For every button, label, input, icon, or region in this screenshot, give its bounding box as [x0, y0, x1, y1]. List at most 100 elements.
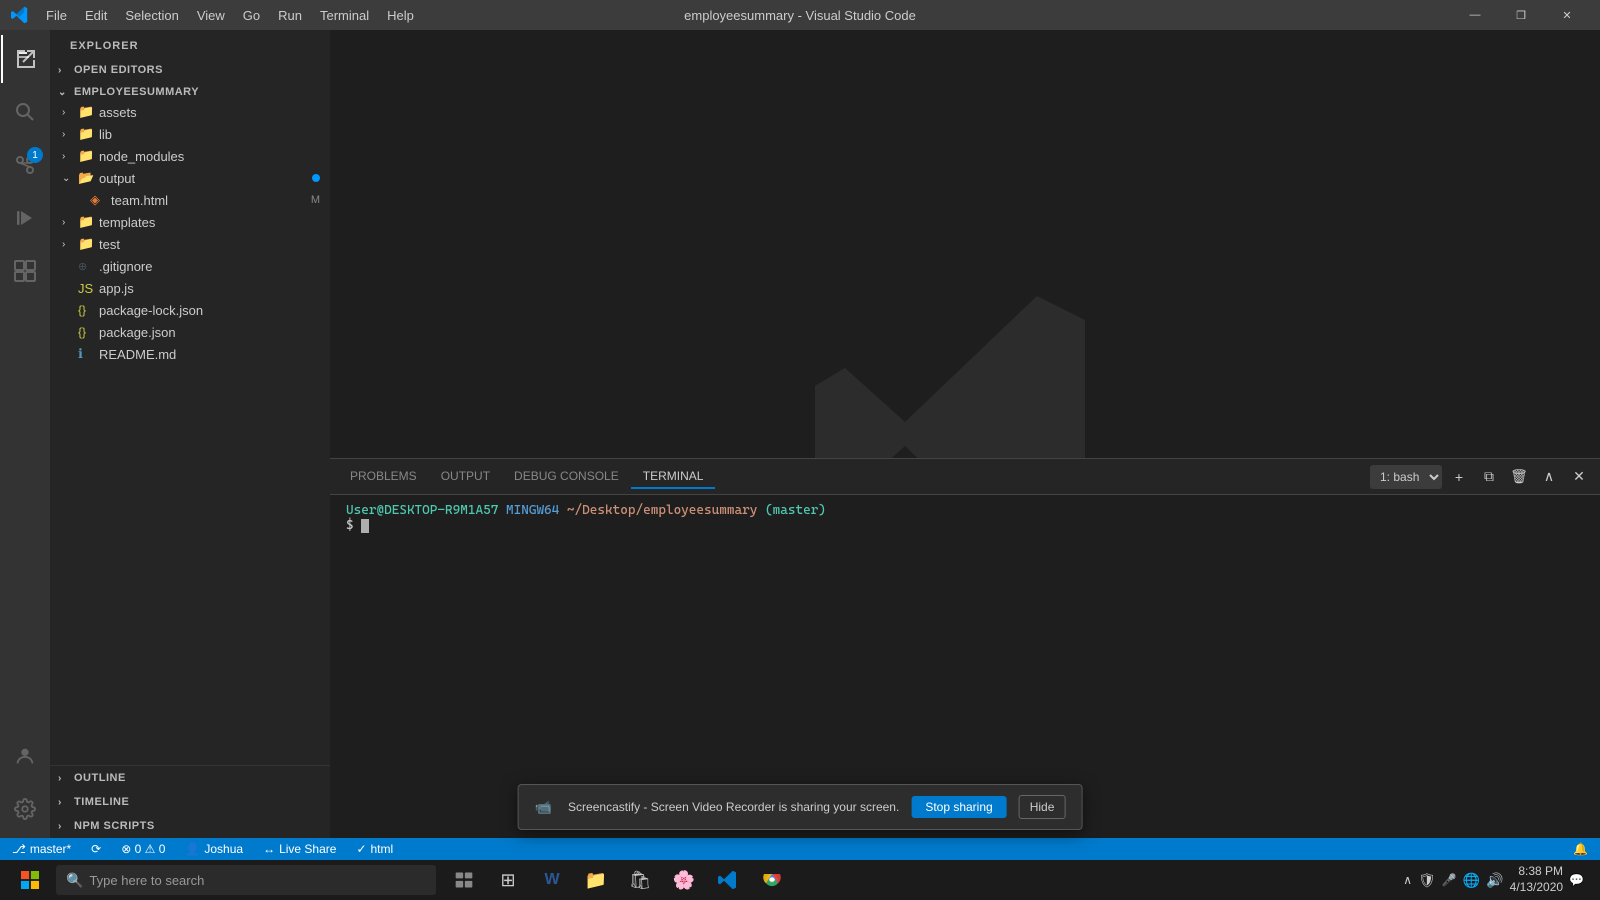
modified-dot [312, 174, 320, 182]
taskbar-icon-word[interactable]: W [532, 860, 572, 900]
activity-extensions[interactable] [1, 247, 49, 295]
activity-bar: 1 [0, 30, 50, 838]
add-terminal-button[interactable]: + [1446, 464, 1472, 490]
open-editors-header[interactable]: › Open Editors [50, 61, 330, 79]
folder-test[interactable]: › 📁 test [50, 233, 330, 255]
menu-run[interactable]: Run [270, 6, 310, 25]
tray-volume: 🔊 [1486, 872, 1503, 889]
tray-notification-icon: 💬 [1569, 873, 1584, 887]
split-terminal-button[interactable]: ⧉ [1476, 464, 1502, 490]
taskbar-icon-apps[interactable]: ⊞ [488, 860, 528, 900]
terminal-user: User@DESKTOP-R9M1A57 [346, 503, 498, 518]
activity-run[interactable] [1, 194, 49, 242]
taskbar-icon-photos[interactable]: 🌸 [664, 860, 704, 900]
git-file-icon: ⊕ [78, 260, 96, 273]
activity-accounts[interactable] [1, 732, 49, 780]
close-button[interactable]: ✕ [1544, 0, 1590, 30]
menu-bar: File Edit Selection View Go Run Terminal… [38, 6, 422, 25]
folder-assets[interactable]: › 📁 assets [50, 101, 330, 123]
taskbar-search-placeholder: Type here to search [89, 873, 204, 888]
chevron-icon: › [62, 217, 78, 228]
status-right: 🔔 [1569, 842, 1592, 856]
taskbar-icon-explorer[interactable]: 📁 [576, 860, 616, 900]
status-user[interactable]: 👤 Joshua [181, 842, 247, 856]
folder-lib[interactable]: › 📁 lib [50, 123, 330, 145]
term-space2 [559, 503, 567, 518]
sidebar-title: Explorer [50, 30, 330, 57]
minimize-button[interactable]: ― [1452, 0, 1498, 30]
shell-selector[interactable]: 1: bash [1370, 465, 1442, 489]
tray-date: 4/13/2020 [1510, 880, 1563, 896]
tray-icon-up[interactable]: ∧ [1403, 873, 1412, 887]
activity-explorer[interactable] [1, 35, 49, 83]
menu-file[interactable]: File [38, 6, 75, 25]
taskbar-icon-taskview[interactable] [444, 860, 484, 900]
timeline-label: TIMELINE [74, 796, 129, 808]
user-icon: 👤 [185, 842, 200, 856]
sidebar: Explorer › Open Editors ⌄ EMPLOYEESUMMAR… [50, 30, 330, 838]
menu-go[interactable]: Go [235, 6, 268, 25]
hide-button[interactable]: Hide [1019, 795, 1066, 819]
term-space3 [757, 503, 765, 518]
npm-chevron: › [58, 821, 70, 832]
editor-area: PROBLEMS OUTPUT DEBUG CONSOLE TERMINAL 1… [330, 30, 1600, 838]
terminal-controls: 1: bash + ⧉ 🗑 ∧ ✕ [1370, 464, 1592, 490]
maximize-button[interactable]: ❒ [1498, 0, 1544, 30]
folder-output[interactable]: ⌄ 📂 output [50, 167, 330, 189]
folder-icon: 📁 [78, 104, 96, 120]
folder-output-label: output [99, 171, 135, 186]
taskbar-icon-store[interactable]: 🛍 [620, 860, 660, 900]
collapse-terminal-button[interactable]: ∧ [1536, 464, 1562, 490]
delete-terminal-button[interactable]: 🗑 [1506, 464, 1532, 490]
menu-help[interactable]: Help [379, 6, 422, 25]
folder-node-modules[interactable]: › 📁 node_modules [50, 145, 330, 167]
stop-sharing-button[interactable]: Stop sharing [911, 796, 1006, 818]
terminal-cursor [361, 519, 369, 533]
check-icon: ✓ [356, 842, 366, 856]
tab-terminal[interactable]: TERMINAL [631, 465, 716, 489]
terminal-input-line: $ [346, 518, 1584, 533]
menu-edit[interactable]: Edit [77, 6, 115, 25]
project-header[interactable]: ⌄ EMPLOYEESUMMARY [50, 83, 330, 101]
user-name: Joshua [204, 842, 243, 856]
timeline-section[interactable]: › TIMELINE [50, 790, 330, 814]
folder-templates[interactable]: › 📁 templates [50, 211, 330, 233]
tab-problems[interactable]: PROBLEMS [338, 465, 429, 489]
tray-network: 🌐 [1463, 872, 1480, 889]
start-button[interactable] [8, 860, 52, 900]
file-readme[interactable]: ℹ README.md [50, 343, 330, 365]
taskbar-icon-vscode[interactable] [708, 860, 748, 900]
taskbar-icon-chrome[interactable] [752, 860, 792, 900]
menu-selection[interactable]: Selection [117, 6, 186, 25]
file-packagejson[interactable]: {} package.json [50, 321, 330, 343]
status-branch[interactable]: ⎇ master* [8, 842, 75, 856]
menu-terminal[interactable]: Terminal [312, 6, 377, 25]
activity-source-control[interactable]: 1 [1, 141, 49, 189]
project-chevron: ⌄ [58, 87, 70, 98]
file-gitignore[interactable]: ⊕ .gitignore [50, 255, 330, 277]
file-gitignore-label: .gitignore [99, 259, 152, 274]
js-file-icon: JS [78, 281, 96, 296]
status-liveshare[interactable]: ↔ Live Share [259, 842, 340, 856]
npm-scripts-section[interactable]: › NPM SCRIPTS [50, 814, 330, 838]
file-package-lock-label: package-lock.json [99, 303, 203, 318]
file-team-html[interactable]: ◈ team.html M [50, 189, 330, 211]
activity-search[interactable] [1, 88, 49, 136]
outline-section[interactable]: › OUTLINE [50, 766, 330, 790]
close-terminal-button[interactable]: ✕ [1566, 464, 1592, 490]
status-sync[interactable]: ⟳ [87, 842, 105, 856]
file-package-lock[interactable]: {} package-lock.json [50, 299, 330, 321]
status-language[interactable]: ✓ html [352, 842, 397, 856]
terminal-symbol: $ [346, 518, 354, 533]
folder-lib-label: lib [99, 127, 112, 142]
tab-output[interactable]: OUTPUT [429, 465, 502, 489]
file-appjs[interactable]: JS app.js [50, 277, 330, 299]
menu-view[interactable]: View [189, 6, 233, 25]
project-section: ⌄ EMPLOYEESUMMARY [50, 83, 330, 101]
status-notifications[interactable]: 🔔 [1569, 842, 1592, 856]
tab-debug-console[interactable]: DEBUG CONSOLE [502, 465, 631, 489]
taskbar-search-box[interactable]: 🔍 Type here to search [56, 865, 436, 895]
activity-settings[interactable] [1, 785, 49, 833]
window-title: employeesummary - Visual Studio Code [684, 8, 916, 23]
status-errors[interactable]: ⊗ 0 ⚠ 0 [117, 842, 169, 856]
